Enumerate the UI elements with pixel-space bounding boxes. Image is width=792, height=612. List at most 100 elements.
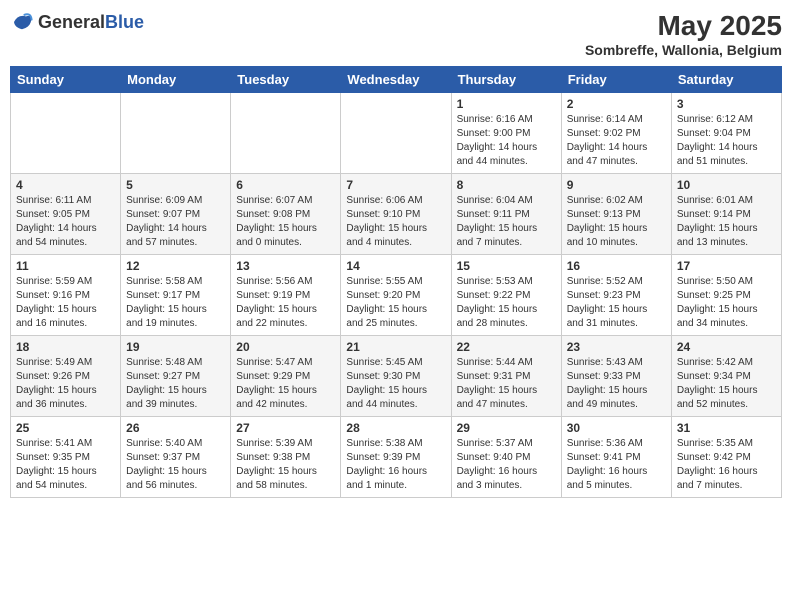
calendar-week-row: 11 Sunrise: 5:59 AM Sunset: 9:16 PM Dayli…	[11, 255, 782, 336]
header-wednesday: Wednesday	[341, 67, 451, 93]
day-number: 1	[457, 97, 556, 111]
cell-daylight-text: Sunrise: 5:56 AM Sunset: 9:19 PM Dayligh…	[236, 275, 335, 331]
location-title: Sombreffe, Wallonia, Belgium	[585, 42, 782, 58]
cell-daylight-text: Sunrise: 5:38 AM Sunset: 9:39 PM Dayligh…	[346, 437, 445, 493]
calendar-week-row: 18 Sunrise: 5:49 AM Sunset: 9:26 PM Dayli…	[11, 336, 782, 417]
day-number: 16	[567, 259, 666, 273]
table-row	[11, 93, 121, 174]
day-number: 29	[457, 421, 556, 435]
table-row: 30Sunrise: 5:36 AM Sunset: 9:41 PM Dayli…	[561, 417, 671, 498]
table-row: 24 Sunrise: 5:42 AM Sunset: 9:34 PM Dayli…	[671, 336, 781, 417]
table-row: 10 Sunrise: 6:01 AM Sunset: 9:14 PM Dayli…	[671, 174, 781, 255]
day-number: 20	[236, 340, 335, 354]
day-number: 9	[567, 178, 666, 192]
logo-general: General	[38, 12, 105, 32]
table-row	[341, 93, 451, 174]
cell-daylight-text: Sunrise: 5:47 AM Sunset: 9:29 PM Dayligh…	[236, 356, 335, 412]
day-number: 18	[16, 340, 115, 354]
day-number: 14	[346, 259, 445, 273]
day-number: 26	[126, 421, 225, 435]
cell-daylight-text: Sunrise: 5:55 AM Sunset: 9:20 PM Dayligh…	[346, 275, 445, 331]
cell-daylight-text: Sunrise: 5:50 AM Sunset: 9:25 PM Dayligh…	[677, 275, 776, 331]
table-row: 16 Sunrise: 5:52 AM Sunset: 9:23 PM Dayli…	[561, 255, 671, 336]
cell-daylight-text: Sunrise: 6:06 AM Sunset: 9:10 PM Dayligh…	[346, 194, 445, 250]
day-number: 31	[677, 421, 776, 435]
cell-daylight-text: Sunrise: 5:49 AM Sunset: 9:26 PM Dayligh…	[16, 356, 115, 412]
header-tuesday: Tuesday	[231, 67, 341, 93]
cell-daylight-text: Sunrise: 5:48 AM Sunset: 9:27 PM Dayligh…	[126, 356, 225, 412]
logo-icon	[10, 10, 34, 34]
table-row: 21Sunrise: 5:45 AM Sunset: 9:30 PM Dayli…	[341, 336, 451, 417]
logo-blue: Blue	[105, 12, 144, 32]
calendar-header-row: Sunday Monday Tuesday Wednesday Thursday…	[11, 67, 782, 93]
table-row: 15 Sunrise: 5:53 AM Sunset: 9:22 PM Dayli…	[451, 255, 561, 336]
cell-daylight-text: Sunrise: 6:16 AM Sunset: 9:00 PM Dayligh…	[457, 113, 556, 169]
cell-daylight-text: Sunrise: 6:04 AM Sunset: 9:11 PM Dayligh…	[457, 194, 556, 250]
header-monday: Monday	[121, 67, 231, 93]
table-row: 25 Sunrise: 5:41 AM Sunset: 9:35 PM Dayli…	[11, 417, 121, 498]
table-row: 27 Sunrise: 5:39 AM Sunset: 9:38 PM Dayli…	[231, 417, 341, 498]
cell-daylight-text: Sunrise: 5:53 AM Sunset: 9:22 PM Dayligh…	[457, 275, 556, 331]
cell-daylight-text: Sunrise: 5:39 AM Sunset: 9:38 PM Dayligh…	[236, 437, 335, 493]
logo-text: GeneralBlue	[38, 12, 144, 33]
table-row: 6 Sunrise: 6:07 AM Sunset: 9:08 PM Daylig…	[231, 174, 341, 255]
cell-daylight-text: Sunrise: 6:02 AM Sunset: 9:13 PM Dayligh…	[567, 194, 666, 250]
table-row: 7Sunrise: 6:06 AM Sunset: 9:10 PM Daylig…	[341, 174, 451, 255]
logo: GeneralBlue	[10, 10, 144, 34]
cell-daylight-text: Sunrise: 6:11 AM Sunset: 9:05 PM Dayligh…	[16, 194, 115, 250]
cell-daylight-text: Sunrise: 5:45 AM Sunset: 9:30 PM Dayligh…	[346, 356, 445, 412]
table-row: 9 Sunrise: 6:02 AM Sunset: 9:13 PM Daylig…	[561, 174, 671, 255]
day-number: 11	[16, 259, 115, 273]
cell-daylight-text: Sunrise: 5:44 AM Sunset: 9:31 PM Dayligh…	[457, 356, 556, 412]
calendar-table: Sunday Monday Tuesday Wednesday Thursday…	[10, 66, 782, 498]
day-number: 27	[236, 421, 335, 435]
cell-daylight-text: Sunrise: 5:40 AM Sunset: 9:37 PM Dayligh…	[126, 437, 225, 493]
table-row: 3 Sunrise: 6:12 AM Sunset: 9:04 PM Daylig…	[671, 93, 781, 174]
day-number: 12	[126, 259, 225, 273]
day-number: 3	[677, 97, 776, 111]
table-row: 26 Sunrise: 5:40 AM Sunset: 9:37 PM Dayli…	[121, 417, 231, 498]
table-row: 13Sunrise: 5:56 AM Sunset: 9:19 PM Dayli…	[231, 255, 341, 336]
table-row: 2 Sunrise: 6:14 AM Sunset: 9:02 PM Daylig…	[561, 93, 671, 174]
table-row: 12 Sunrise: 5:58 AM Sunset: 9:17 PM Dayli…	[121, 255, 231, 336]
month-title: May 2025	[585, 10, 782, 42]
calendar-week-row: 25 Sunrise: 5:41 AM Sunset: 9:35 PM Dayli…	[11, 417, 782, 498]
cell-daylight-text: Sunrise: 5:36 AM Sunset: 9:41 PM Dayligh…	[567, 437, 666, 493]
header-saturday: Saturday	[671, 67, 781, 93]
table-row: 5Sunrise: 6:09 AM Sunset: 9:07 PM Daylig…	[121, 174, 231, 255]
table-row: 11 Sunrise: 5:59 AM Sunset: 9:16 PM Dayli…	[11, 255, 121, 336]
table-row: 28Sunrise: 5:38 AM Sunset: 9:39 PM Dayli…	[341, 417, 451, 498]
cell-daylight-text: Sunrise: 5:58 AM Sunset: 9:17 PM Dayligh…	[126, 275, 225, 331]
table-row: 19 Sunrise: 5:48 AM Sunset: 9:27 PM Dayli…	[121, 336, 231, 417]
day-number: 19	[126, 340, 225, 354]
cell-daylight-text: Sunrise: 5:35 AM Sunset: 9:42 PM Dayligh…	[677, 437, 776, 493]
cell-daylight-text: Sunrise: 6:14 AM Sunset: 9:02 PM Dayligh…	[567, 113, 666, 169]
cell-daylight-text: Sunrise: 5:52 AM Sunset: 9:23 PM Dayligh…	[567, 275, 666, 331]
calendar-week-row: 4Sunrise: 6:11 AM Sunset: 9:05 PM Daylig…	[11, 174, 782, 255]
day-number: 24	[677, 340, 776, 354]
day-number: 15	[457, 259, 556, 273]
day-number: 25	[16, 421, 115, 435]
cell-daylight-text: Sunrise: 6:01 AM Sunset: 9:14 PM Dayligh…	[677, 194, 776, 250]
cell-daylight-text: Sunrise: 6:12 AM Sunset: 9:04 PM Dayligh…	[677, 113, 776, 169]
calendar-week-row: 1 Sunrise: 6:16 AM Sunset: 9:00 PM Daylig…	[11, 93, 782, 174]
cell-daylight-text: Sunrise: 5:41 AM Sunset: 9:35 PM Dayligh…	[16, 437, 115, 493]
cell-daylight-text: Sunrise: 6:07 AM Sunset: 9:08 PM Dayligh…	[236, 194, 335, 250]
table-row: 22Sunrise: 5:44 AM Sunset: 9:31 PM Dayli…	[451, 336, 561, 417]
table-row: 18 Sunrise: 5:49 AM Sunset: 9:26 PM Dayli…	[11, 336, 121, 417]
table-row: 29Sunrise: 5:37 AM Sunset: 9:40 PM Dayli…	[451, 417, 561, 498]
cell-daylight-text: Sunrise: 5:43 AM Sunset: 9:33 PM Dayligh…	[567, 356, 666, 412]
day-number: 10	[677, 178, 776, 192]
page-header: GeneralBlue May 2025 Sombreffe, Wallonia…	[10, 10, 782, 58]
table-row: 20 Sunrise: 5:47 AM Sunset: 9:29 PM Dayli…	[231, 336, 341, 417]
day-number: 8	[457, 178, 556, 192]
day-number: 5	[126, 178, 225, 192]
day-number: 2	[567, 97, 666, 111]
day-number: 6	[236, 178, 335, 192]
table-row: 31 Sunrise: 5:35 AM Sunset: 9:42 PM Dayli…	[671, 417, 781, 498]
cell-daylight-text: Sunrise: 5:42 AM Sunset: 9:34 PM Dayligh…	[677, 356, 776, 412]
table-row: 14 Sunrise: 5:55 AM Sunset: 9:20 PM Dayli…	[341, 255, 451, 336]
cell-daylight-text: Sunrise: 5:59 AM Sunset: 9:16 PM Dayligh…	[16, 275, 115, 331]
day-number: 17	[677, 259, 776, 273]
table-row	[231, 93, 341, 174]
